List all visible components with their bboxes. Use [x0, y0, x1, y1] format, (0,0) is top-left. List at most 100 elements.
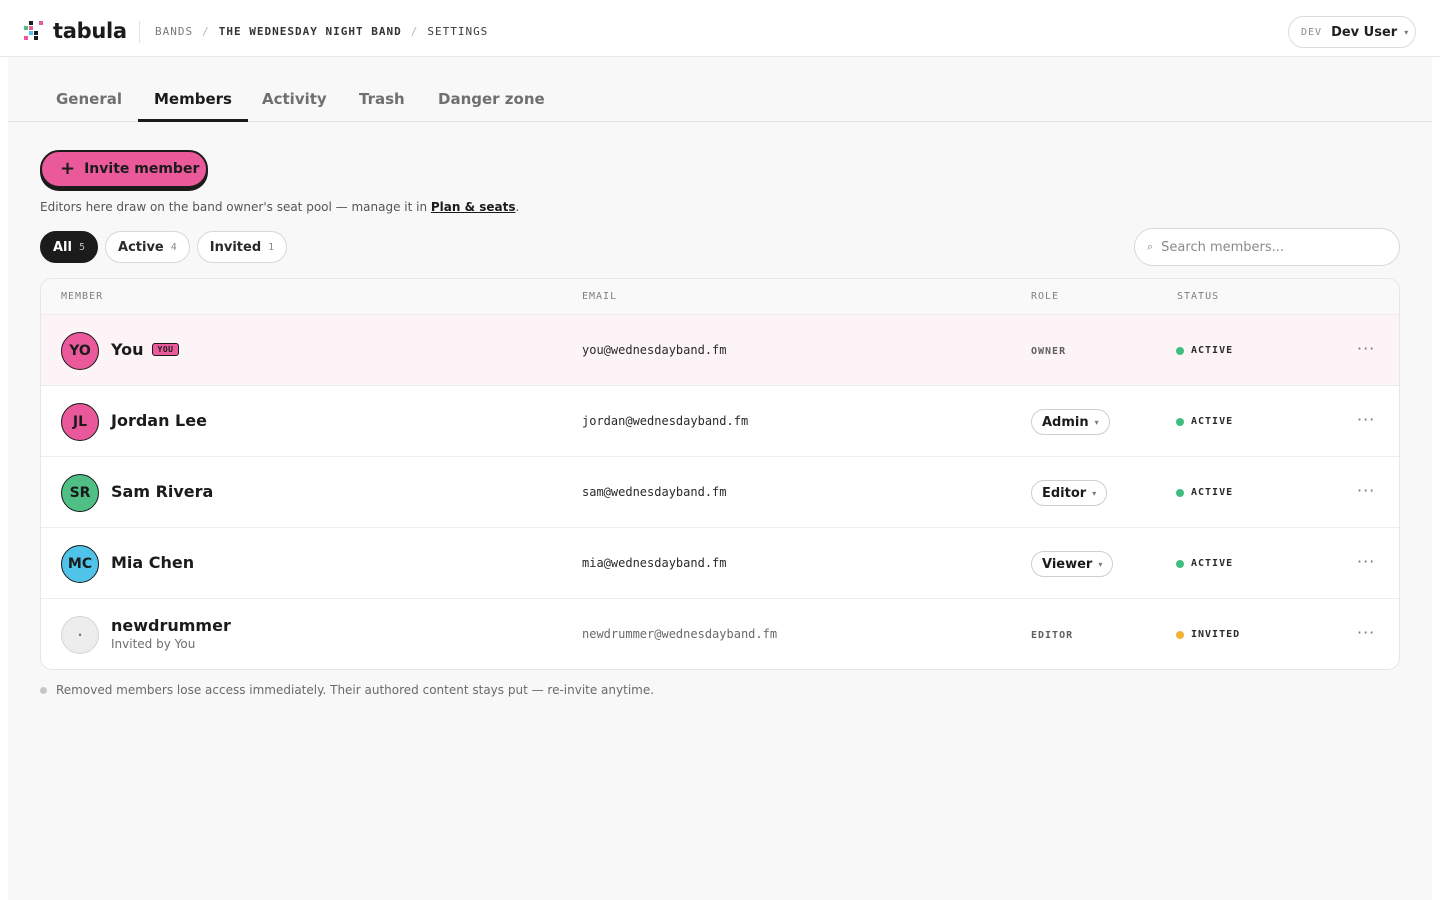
- avatar: YO: [61, 332, 99, 370]
- status-text: ACTIVE: [1191, 416, 1234, 427]
- tab-danger-zone[interactable]: Danger zone: [422, 90, 561, 122]
- breadcrumb: BANDS / THE WEDNESDAY NIGHT BAND / SETTI…: [155, 25, 488, 38]
- tab-general[interactable]: General: [40, 90, 138, 122]
- status-text: ACTIVE: [1191, 487, 1234, 498]
- user-menu-button[interactable]: DEV Dev User ▾: [1288, 16, 1416, 48]
- filter-label: Invited: [209, 239, 262, 255]
- env-tag: DEV: [1301, 26, 1323, 38]
- member-name-text: Jordan Lee: [111, 411, 207, 430]
- role-select[interactable]: Viewer ▾: [1031, 551, 1114, 577]
- top-bar: tabula BANDS / THE WEDNESDAY NIGHT BAND …: [0, 0, 1440, 57]
- plus-icon: +: [60, 158, 76, 179]
- status-text: ACTIVE: [1191, 345, 1234, 356]
- member-name: newdrummer: [111, 616, 231, 635]
- avatar: JL: [61, 403, 99, 441]
- filter-all[interactable]: All 5: [40, 231, 99, 263]
- member-name-text: Mia Chen: [111, 553, 195, 572]
- member-name: Jordan Lee: [111, 411, 207, 430]
- member-email: you@wednesdayband.fm: [582, 343, 727, 357]
- tab-activity[interactable]: Activity: [246, 90, 343, 122]
- status-badge: ACTIVE: [1176, 558, 1233, 569]
- col-role: ROLE: [1031, 291, 1060, 302]
- invited-by: Invited by You: [111, 637, 196, 651]
- status-dot: [1176, 417, 1184, 426]
- more-icon[interactable]: ···: [1357, 623, 1375, 642]
- avatar: SR: [61, 474, 99, 512]
- role-select[interactable]: Admin ▾: [1031, 409, 1110, 435]
- filter-count: 1: [268, 241, 275, 253]
- breadcrumb-bands[interactable]: BANDS: [155, 25, 193, 38]
- chevron-down-icon: ▾: [1098, 559, 1103, 569]
- settings-page: General Members Activity Trash Danger zo…: [8, 57, 1432, 900]
- status-text: INVITED: [1191, 629, 1241, 640]
- table-row: JL Jordan Lee jordan@wednesdayband.fm Ad…: [41, 386, 1399, 457]
- search-box: ⌕: [1134, 228, 1400, 266]
- role-value: Viewer: [1042, 556, 1093, 572]
- plan-seats-link[interactable]: Plan & seats: [431, 200, 516, 214]
- invite-member-button[interactable]: + Invite member: [40, 150, 208, 188]
- member-email: mia@wednesdayband.fm: [582, 556, 727, 570]
- more-icon[interactable]: ···: [1357, 339, 1375, 358]
- filter-count: 5: [78, 241, 86, 253]
- more-icon[interactable]: ···: [1357, 410, 1375, 429]
- member-name-text: Sam Rivera: [111, 482, 214, 501]
- breadcrumb-separator: /: [410, 25, 419, 38]
- logo-icon: [24, 21, 44, 41]
- seat-pool-note: Editors here draw on the band owner's se…: [40, 200, 519, 214]
- col-status: STATUS: [1177, 291, 1220, 302]
- chevron-down-icon: ▾: [1094, 417, 1099, 427]
- col-email: EMAIL: [582, 291, 618, 302]
- tab-members[interactable]: Members: [138, 90, 248, 122]
- bullet-icon: [40, 686, 47, 694]
- filter-active[interactable]: Active 4: [105, 231, 190, 263]
- member-filters: All 5 Active 4 Invited 1: [40, 231, 294, 263]
- tab-trash[interactable]: Trash: [343, 90, 421, 122]
- table-row: SR Sam Rivera sam@wednesdayband.fm Edito…: [41, 457, 1399, 528]
- status-badge: ACTIVE: [1176, 345, 1233, 356]
- header-divider: [139, 21, 140, 43]
- search-input[interactable]: [1161, 239, 1382, 255]
- filter-count: 4: [170, 241, 177, 253]
- more-icon[interactable]: ···: [1357, 552, 1375, 571]
- member-name: Sam Rivera: [111, 482, 213, 501]
- status-badge: INVITED: [1176, 629, 1240, 640]
- role-label: OWNER: [1031, 346, 1067, 357]
- more-icon[interactable]: ···: [1357, 481, 1375, 500]
- status-dot: [1176, 346, 1184, 355]
- col-member: MEMBER: [61, 291, 104, 302]
- seat-pool-end: .: [515, 200, 520, 214]
- filter-invited[interactable]: Invited 1: [196, 231, 288, 263]
- seat-pool-text: Editors here draw on the band owner's se…: [40, 200, 431, 214]
- settings-tabs: General Members Activity Trash Danger zo…: [8, 57, 1432, 122]
- members-table: MEMBER EMAIL ROLE STATUS YO You YOU you@…: [40, 278, 1400, 670]
- member-email: sam@wednesdayband.fm: [582, 485, 727, 499]
- breadcrumb-settings: SETTINGS: [427, 25, 489, 38]
- member-name: Mia Chen: [111, 553, 194, 572]
- status-dot: [1176, 559, 1184, 568]
- member-name: You YOU: [111, 340, 180, 359]
- removal-note: Removed members lose access immediately.…: [40, 683, 654, 697]
- table-row: MC Mia Chen mia@wednesdayband.fm Viewer ▾…: [41, 528, 1399, 599]
- role-select[interactable]: Editor ▾: [1031, 480, 1108, 506]
- role-value: Editor: [1042, 485, 1087, 501]
- search-icon: ⌕: [1147, 240, 1154, 253]
- status-badge: ACTIVE: [1176, 416, 1233, 427]
- app-name: tabula: [53, 19, 127, 43]
- filter-label: Active: [118, 239, 164, 255]
- member-name-text: You: [111, 340, 144, 359]
- filter-label: All: [53, 239, 72, 255]
- member-email: newdrummer@wednesdayband.fm: [582, 627, 778, 641]
- status-dot: [1176, 630, 1184, 639]
- member-name-text: newdrummer: [111, 616, 231, 635]
- status-text: ACTIVE: [1191, 558, 1234, 569]
- table-header: MEMBER EMAIL ROLE STATUS: [41, 279, 1399, 315]
- breadcrumb-band[interactable]: THE WEDNESDAY NIGHT BAND: [219, 25, 402, 38]
- table-row: YO You YOU you@wednesdayband.fm OWNER AC…: [41, 315, 1399, 386]
- role-value: Admin: [1042, 414, 1089, 430]
- chevron-down-icon: ▾: [1404, 27, 1409, 37]
- breadcrumb-separator: /: [202, 25, 210, 38]
- role-label: EDITOR: [1031, 630, 1074, 641]
- you-badge: YOU: [151, 343, 180, 356]
- app-logo[interactable]: tabula: [24, 20, 127, 42]
- avatar: ·: [61, 616, 99, 654]
